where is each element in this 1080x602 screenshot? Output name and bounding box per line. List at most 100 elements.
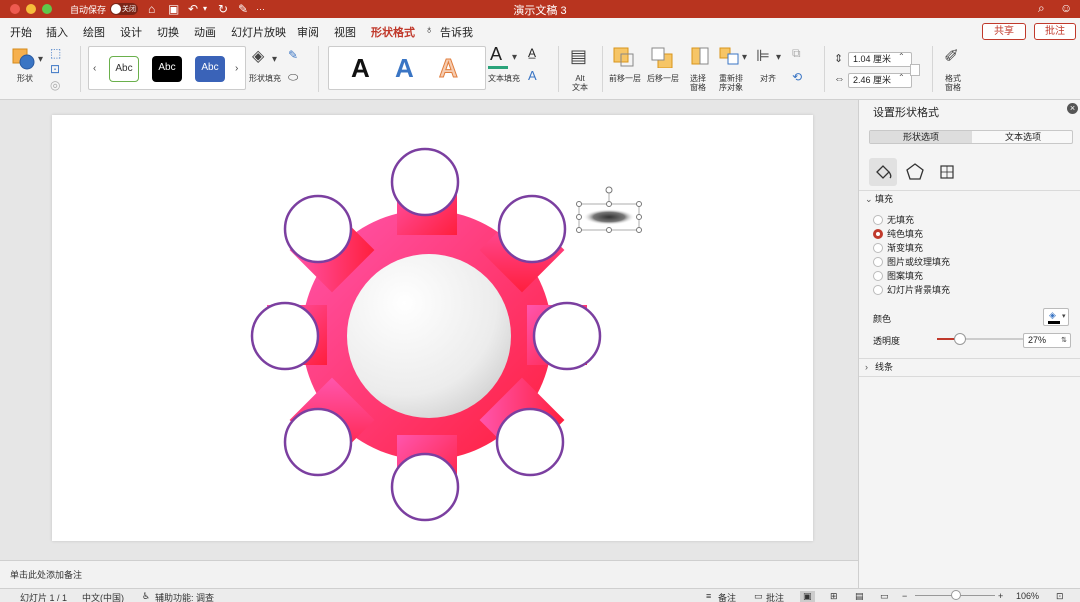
- fill-line-tab[interactable]: [869, 158, 897, 186]
- shape-effects-icon[interactable]: ⬭: [288, 70, 298, 85]
- notes-pane[interactable]: 单击此处添加备注: [0, 560, 858, 588]
- notes-toggle[interactable]: 备注: [718, 591, 736, 602]
- size-properties-tab[interactable]: [933, 158, 961, 186]
- shape-style-swatch[interactable]: Abc: [195, 56, 225, 82]
- tab-draw[interactable]: 绘图: [83, 24, 105, 40]
- account-icon[interactable]: ☺: [1060, 1, 1072, 15]
- tab-text-options[interactable]: 文本选项: [972, 131, 1074, 143]
- selection-pane-icon[interactable]: [690, 46, 712, 68]
- shape-style-swatch[interactable]: Abc: [109, 56, 139, 82]
- slide-sorter-icon[interactable]: ⊞: [830, 591, 838, 602]
- selection-pane-label: 选择 窗格: [684, 74, 712, 92]
- tab-transitions[interactable]: 切换: [157, 24, 179, 40]
- outer-circle-bottom-left[interactable]: [283, 407, 353, 477]
- share-button[interactable]: 共享: [982, 23, 1026, 40]
- fit-slide-icon[interactable]: ⊡: [1056, 591, 1064, 602]
- text-fill-icon[interactable]: A: [490, 44, 502, 65]
- width-stepper-icon[interactable]: ⌃: [898, 73, 905, 82]
- slideshow-icon[interactable]: ▭: [880, 591, 889, 602]
- radio-button[interactable]: [873, 243, 883, 253]
- effects-tab[interactable]: [901, 158, 929, 186]
- transparency-slider[interactable]: [937, 333, 1023, 345]
- height-icon: ⇕: [834, 53, 844, 65]
- reading-view-icon[interactable]: ▤: [855, 591, 864, 602]
- fill-section-header[interactable]: ⌄ 填充: [859, 190, 1080, 206]
- tab-design[interactable]: 设计: [120, 24, 142, 40]
- gallery-prev-icon[interactable]: ‹: [93, 63, 96, 74]
- bring-forward-icon[interactable]: [612, 46, 636, 68]
- tab-home[interactable]: 开始: [10, 24, 32, 40]
- paint-bucket-icon[interactable]: ◈: [252, 46, 264, 66]
- line-section-header[interactable]: › 线条: [859, 358, 1080, 374]
- radio-button-selected[interactable]: [873, 229, 883, 239]
- tab-shape-format[interactable]: 形状格式: [371, 24, 415, 45]
- close-icon[interactable]: ×: [1067, 103, 1078, 114]
- rotate-icon[interactable]: ⟲: [792, 70, 802, 84]
- radio-button[interactable]: [873, 215, 883, 225]
- text-box-icon[interactable]: ⊡: [50, 62, 60, 76]
- shapes-icon[interactable]: [12, 48, 36, 70]
- gallery-next-icon[interactable]: ›: [235, 63, 238, 74]
- comment-button[interactable]: 批注: [1034, 23, 1076, 40]
- wordart-sample[interactable]: A: [395, 53, 414, 84]
- zoom-level[interactable]: 106%: [1016, 591, 1039, 601]
- ribbon-divider: [602, 46, 603, 92]
- outer-circle-top-left[interactable]: [283, 194, 353, 264]
- radio-button[interactable]: [873, 271, 883, 281]
- reorder-dropdown-icon[interactable]: ▾: [742, 52, 747, 63]
- outer-circle-left[interactable]: [250, 301, 320, 371]
- zoom-out-icon[interactable]: −: [902, 591, 907, 601]
- color-picker-button[interactable]: ◈ ▾: [1043, 308, 1069, 326]
- stepper-icon[interactable]: ⇅: [1061, 334, 1067, 347]
- search-icon[interactable]: ⌕: [1038, 1, 1045, 16]
- selected-shadow-shape[interactable]: [576, 186, 642, 233]
- align-dropdown-icon[interactable]: ▾: [776, 52, 781, 63]
- slide-canvas[interactable]: [52, 115, 813, 541]
- outer-circle-top[interactable]: [390, 147, 460, 217]
- text-outline-icon[interactable]: A̲: [528, 46, 536, 60]
- send-backward-icon[interactable]: [650, 46, 674, 68]
- radio-button[interactable]: [873, 257, 883, 267]
- shape-outline-icon[interactable]: ✎: [288, 48, 298, 62]
- ribbon-divider: [80, 46, 81, 92]
- normal-view-icon[interactable]: ▣: [800, 591, 815, 602]
- format-pane-icon[interactable]: ✐: [944, 46, 959, 67]
- merge-shapes-icon[interactable]: ◎: [50, 78, 60, 92]
- wordart-sample[interactable]: A: [351, 53, 370, 84]
- tab-shape-options[interactable]: 形状选项: [870, 131, 972, 143]
- transparency-input[interactable]: 27% ⇅: [1023, 333, 1071, 348]
- edit-shape-icon[interactable]: ⬚: [50, 46, 61, 60]
- text-effects-icon[interactable]: A: [528, 68, 537, 83]
- shape-fill-dropdown-icon[interactable]: ▾: [272, 54, 277, 65]
- outer-circle-bottom[interactable]: [390, 452, 460, 522]
- wordart-sample[interactable]: A: [439, 53, 459, 84]
- zoom-in-icon[interactable]: +: [998, 591, 1003, 601]
- accessibility-status[interactable]: 辅助功能: 调查: [155, 591, 214, 602]
- tab-review[interactable]: 审阅: [297, 24, 319, 40]
- tab-tell-me[interactable]: 告诉我: [440, 24, 473, 40]
- reorder-objects-icon[interactable]: [718, 46, 742, 68]
- format-pane-line1: 格式: [945, 74, 961, 83]
- tab-view[interactable]: 视图: [334, 24, 356, 40]
- outer-circle-top-right[interactable]: [497, 194, 567, 264]
- shape-style-swatch[interactable]: Abc: [152, 56, 182, 82]
- tab-insert[interactable]: 插入: [46, 24, 68, 40]
- outer-circle-bottom-right[interactable]: [495, 407, 565, 477]
- lock-aspect-icon[interactable]: [910, 64, 920, 76]
- alt-text-icon[interactable]: ▤: [570, 46, 587, 67]
- tab-slideshow[interactable]: 幻灯片放映: [231, 24, 286, 40]
- language-indicator[interactable]: 中文(中国): [82, 591, 124, 602]
- shapes-dropdown-icon[interactable]: ▾: [38, 54, 43, 65]
- align-icon[interactable]: ⊫: [756, 46, 770, 66]
- radio-button[interactable]: [873, 285, 883, 295]
- text-fill-dropdown-icon[interactable]: ▾: [512, 52, 517, 63]
- tab-animations[interactable]: 动画: [194, 24, 216, 40]
- group-icon[interactable]: ⧉: [792, 46, 801, 61]
- center-circle[interactable]: [347, 254, 511, 418]
- comments-toggle[interactable]: 批注: [766, 591, 784, 602]
- outer-circle-right[interactable]: [532, 301, 602, 371]
- status-bar: 幻灯片 1 / 1 中文(中国) ♿ 辅助功能: 调查 ≡ 备注 ▭ 批注 ▣ …: [0, 588, 1080, 602]
- height-stepper-icon[interactable]: ⌃: [898, 52, 905, 61]
- slider-handle[interactable]: [954, 333, 967, 345]
- zoom-slider-handle[interactable]: [951, 590, 961, 600]
